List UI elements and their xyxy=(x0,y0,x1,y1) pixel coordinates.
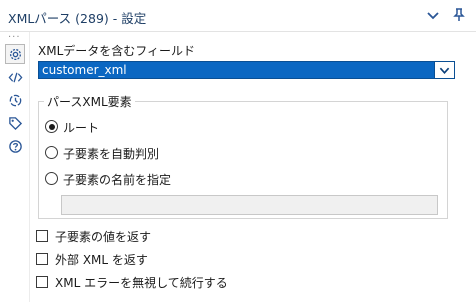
radio-root[interactable] xyxy=(45,120,58,133)
target-icon[interactable] xyxy=(5,90,25,110)
radio-root-label[interactable]: ルート xyxy=(63,119,99,136)
checkbox-return-child-values[interactable] xyxy=(36,230,48,242)
group-title: パースXML要素 xyxy=(44,93,135,110)
more-dots[interactable]: ··· xyxy=(8,32,21,43)
field-select-value: customer_xml xyxy=(42,63,127,77)
checkbox-ignore-xml-errors[interactable] xyxy=(36,276,48,288)
pin-icon[interactable] xyxy=(450,6,468,24)
radio-auto-detect-child-label[interactable]: 子要素を自動判別 xyxy=(63,145,159,162)
checkbox-return-outer-xml-label[interactable]: 外部 XML を返す xyxy=(55,251,148,268)
chevron-down-icon[interactable] xyxy=(434,62,454,78)
checkbox-ignore-xml-errors-label[interactable]: XML エラーを無視して続行する xyxy=(55,274,228,291)
radio-specify-child-name-label[interactable]: 子要素の名前を指定 xyxy=(63,171,171,188)
gear-icon[interactable] xyxy=(5,44,25,64)
radio-auto-detect-child[interactable] xyxy=(45,146,58,159)
child-name-input[interactable] xyxy=(61,195,438,215)
title-bar: XMLパース (289) - 設定 xyxy=(0,0,476,32)
code-icon[interactable] xyxy=(5,67,25,87)
tag-icon[interactable] xyxy=(5,113,25,133)
checkbox-return-outer-xml[interactable] xyxy=(36,253,48,265)
field-label: XMLデータを含むフィールド xyxy=(38,44,196,58)
chevron-down-icon[interactable] xyxy=(424,6,442,24)
window-title: XMLパース (289) - 設定 xyxy=(8,11,147,26)
checkbox-return-child-values-label[interactable]: 子要素の値を返す xyxy=(55,228,151,245)
radio-specify-child-name[interactable] xyxy=(45,172,58,185)
field-select[interactable]: customer_xml xyxy=(38,61,455,79)
left-toolbar: ··· xyxy=(0,32,30,302)
help-icon[interactable] xyxy=(5,136,25,156)
